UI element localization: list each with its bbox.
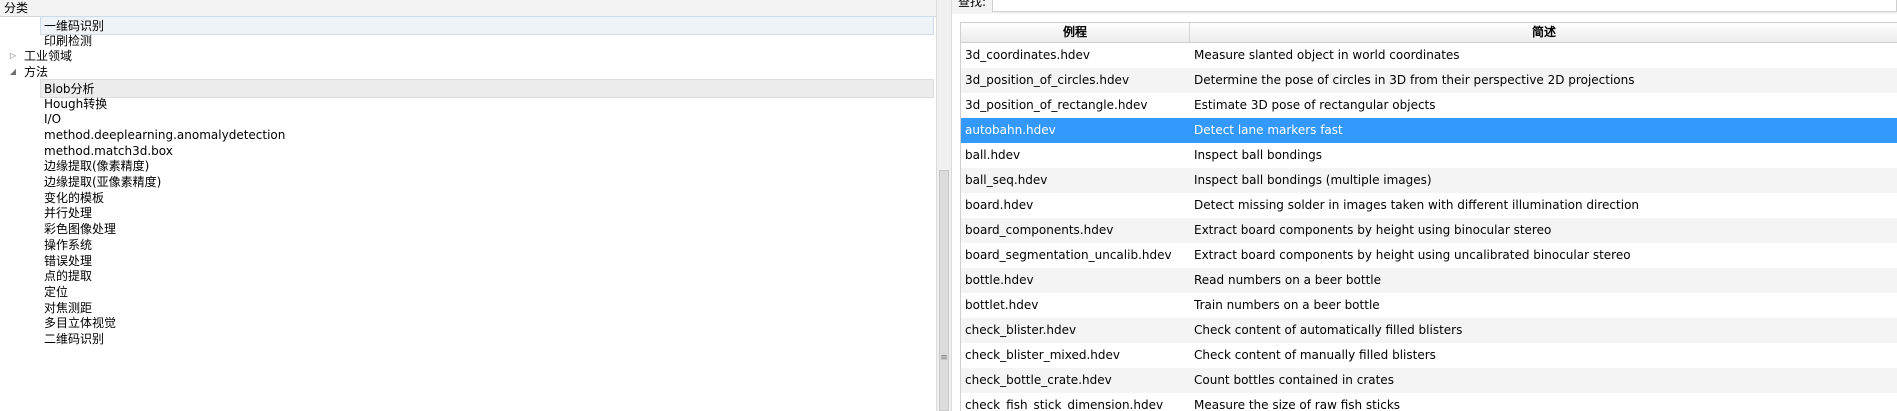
table-row[interactable]: check_blister_mixed.hdev Check content of… xyxy=(961,343,1897,368)
table-row[interactable]: 3d_coordinates.hdev Measure slanted objec… xyxy=(961,43,1897,68)
example-name-cell: check_bottle_crate.hdev xyxy=(965,373,1112,387)
table-row[interactable]: bottle.hdev Read numbers on a beer bottle xyxy=(961,268,1897,293)
example-description-cell: Extract board components by height using… xyxy=(1194,223,1552,237)
column-header-example[interactable]: 例程 xyxy=(961,23,1190,42)
table-row[interactable]: check_bottle_crate.hdev Count bottles con… xyxy=(961,368,1897,393)
search-label: 查找: xyxy=(958,0,987,9)
example-name-cell: bottlet.hdev xyxy=(965,298,1039,312)
example-name-cell: board.hdev xyxy=(965,198,1034,212)
examples-table: 例程 简述 3d_coordinates.hdev Measure slanted… xyxy=(960,22,1897,411)
examples-pane: 查找: 例程 简述 3d_coordinates.hdev Measure sla… xyxy=(952,0,1897,411)
example-name-cell: autobahn.hdev xyxy=(965,123,1056,137)
table-row[interactable]: autobahn.hdev Detect lane markers fast xyxy=(961,118,1897,143)
example-description-cell: Check content of manually filled blister… xyxy=(1194,348,1436,362)
tree-scrollbar-thumb[interactable] xyxy=(939,170,949,411)
example-description-cell: Read numbers on a beer bottle xyxy=(1194,273,1382,287)
column-header-description[interactable]: 简述 xyxy=(1190,23,1897,42)
pane-splitter[interactable]: ≡ xyxy=(936,0,952,411)
expanded-arrow-icon[interactable]: ◢ xyxy=(8,67,18,77)
example-description-cell: Extract board components by height using… xyxy=(1194,248,1631,262)
example-name-cell: board_components.hdev xyxy=(965,223,1114,237)
example-name-cell: bottle.hdev xyxy=(965,273,1034,287)
example-description-cell: Detect lane markers fast xyxy=(1194,123,1343,137)
tree-item-label: 二维码识别 xyxy=(44,332,105,346)
table-row[interactable]: board.hdev Detect missing solder in image… xyxy=(961,193,1897,218)
table-row[interactable]: 3d_position_of_rectangle.hdev Estimate 3D… xyxy=(961,93,1897,118)
tree-header: 分类 xyxy=(0,0,936,17)
table-row[interactable]: ball_seq.hdev Inspect ball bondings (mult… xyxy=(961,168,1897,193)
example-name-cell: 3d_coordinates.hdev xyxy=(965,48,1091,62)
example-description-cell: Measure slanted object in world coordina… xyxy=(1194,48,1460,62)
example-description-cell: Estimate 3D pose of rectangular objects xyxy=(1194,98,1436,112)
search-bar: 查找: xyxy=(952,0,1897,14)
collapsed-arrow-icon[interactable]: ▷ xyxy=(8,51,18,61)
table-row[interactable]: check_blister.hdev Check content of autom… xyxy=(961,318,1897,343)
example-name-cell: ball_seq.hdev xyxy=(965,173,1048,187)
table-row[interactable]: board_components.hdev Extract board compo… xyxy=(961,218,1897,243)
example-name-cell: check_fish_stick_dimension.hdev xyxy=(965,398,1164,411)
table-row[interactable]: ball.hdev Inspect ball bondings xyxy=(961,143,1897,168)
example-name-cell: 3d_position_of_rectangle.hdev xyxy=(965,98,1148,112)
splitter-grip-icon[interactable]: ≡ xyxy=(937,354,951,363)
example-description-cell: Train numbers on a beer bottle xyxy=(1194,298,1380,312)
table-row[interactable]: 3d_position_of_circles.hdev Determine the… xyxy=(961,68,1897,93)
table-row[interactable]: board_segmentation_uncalib.hdev Extract b… xyxy=(961,243,1897,268)
example-description-cell: Measure the size of raw fish sticks xyxy=(1194,398,1401,411)
example-description-cell: Detect missing solder in images taken wi… xyxy=(1194,198,1640,212)
search-input[interactable] xyxy=(992,0,1897,12)
table-row[interactable]: check_fish_stick_dimension.hdev Measure t… xyxy=(961,393,1897,411)
example-description-cell: Inspect ball bondings xyxy=(1194,148,1322,162)
example-description-cell: Inspect ball bondings (multiple images) xyxy=(1194,173,1432,187)
table-header: 例程 简述 xyxy=(961,23,1897,43)
category-tree-pane: 分类 一维码识别 印刷检测 ▷ 工业领域 ◢ 方法 Blob分析 Hough转换 I/O meth… xyxy=(0,0,936,411)
example-description-cell: Check content of automatically filled bl… xyxy=(1194,323,1463,337)
example-name-cell: check_blister_mixed.hdev xyxy=(965,348,1120,362)
table-row[interactable]: bottlet.hdev Train numbers on a beer bott… xyxy=(961,293,1897,318)
example-description-cell: Count bottles contained in crates xyxy=(1194,373,1394,387)
example-name-cell: ball.hdev xyxy=(965,148,1021,162)
example-name-cell: check_blister.hdev xyxy=(965,323,1077,337)
example-name-cell: board_segmentation_uncalib.hdev xyxy=(965,248,1172,262)
example-description-cell: Determine the pose of circles in 3D from… xyxy=(1194,73,1635,87)
tree-item[interactable]: 二维码识别 xyxy=(0,330,936,349)
example-name-cell: 3d_position_of_circles.hdev xyxy=(965,73,1130,87)
